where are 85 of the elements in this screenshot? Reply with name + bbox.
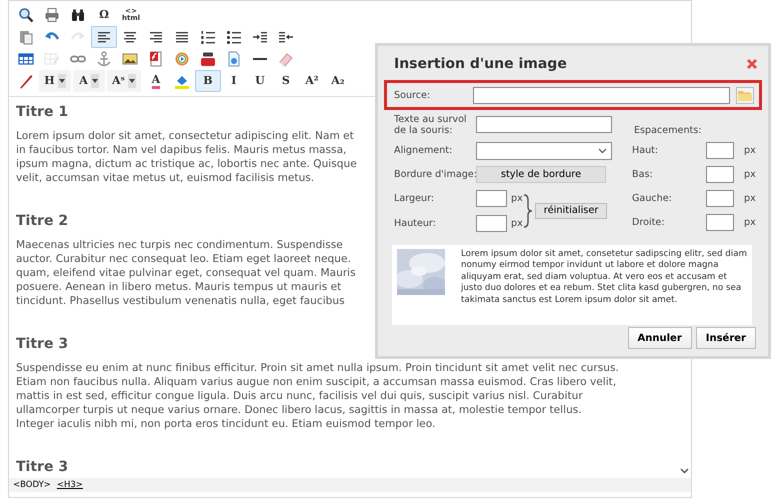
field-label: Texte au survol de la souris: <box>394 114 468 136</box>
fill-color-icon <box>174 73 190 89</box>
font-color-button[interactable]: A <box>142 70 169 92</box>
input-field[interactable] <box>476 190 507 206</box>
flash-icon <box>148 51 164 67</box>
unit-label: px <box>743 217 757 228</box>
format-button[interactable]: B <box>194 70 221 92</box>
align-left-button[interactable] <box>91 26 117 48</box>
unit-label: px <box>743 145 757 156</box>
dialog-title: Insertion d'une image <box>394 56 567 72</box>
field-label: Bas: <box>632 169 654 180</box>
paragraph: Lorem ipsum dolor sit amet, consectetur adipiscing elit. Nam et in faucibus tortor. Nam vel dapibus felis. Mauris metus massa, ipsum magna, dictum ac tristique ac, lobortis nec ante. Quisque velit, accumsan vitae metus ut, euismod facilisis metus. <box>16 129 357 185</box>
media-icon <box>174 51 190 67</box>
input-field[interactable] <box>706 190 734 207</box>
field-label: Hauteur: <box>394 218 437 228</box>
input-field[interactable] <box>706 142 734 159</box>
printer-icon <box>44 7 60 23</box>
format-button[interactable]: Ω <box>91 4 117 26</box>
horizontal-line-icon <box>252 58 268 60</box>
field-label: Haut: <box>632 145 660 156</box>
insert-button[interactable]: Insérer <box>696 327 756 349</box>
field-label: Gauche: <box>632 193 673 204</box>
input-field[interactable] <box>476 116 612 133</box>
heading: Titre 3 <box>16 336 68 352</box>
paragraph: Maecenas ultricies nec turpis nec condimentum. Suspendisse auctor. Curabitur nec consequat leo. Etiam eget laoreet neque. quam, eleifend vitae pulvinar eget, consequat vel quam. Mauris posuere. Aenean in libero metus. Mauris tempus ut mauris et tincidunt. Phasellus vestibulum venenatis nulla, eget faucibus <box>16 238 356 308</box>
caret-icon <box>92 79 98 83</box>
close-icon[interactable] <box>746 58 758 70</box>
element-path-link[interactable]: <H3> <box>56 480 83 490</box>
chevron-down-icon[interactable] <box>680 468 689 474</box>
outdent-icon <box>278 29 294 45</box>
heading: Titre 1 <box>16 104 68 120</box>
input-field[interactable] <box>706 214 734 231</box>
align-left-icon <box>96 29 112 45</box>
document-icon <box>226 51 242 67</box>
reset-button[interactable]: réinitialiser <box>534 202 608 218</box>
dropdown-button[interactable]: Aˢ <box>107 70 141 92</box>
dropdown-button[interactable]: A <box>73 70 105 92</box>
format-button[interactable]: U <box>246 70 273 92</box>
element-path-link[interactable]: <BODY> <box>13 480 51 490</box>
paragraph: Suspendisse eu enim at nunc finibus efficitur. Proin sit amet nulla ipsum. Proin tincidunt sit amet velit nec cursus. Etiam non faucibus nulla. Aliquam varius augue non enim suscipit, a accumsan massa euismod. Cras libero velit, mattis in est sed, efficitur congue ligula. Duis arcu nunc, facilisis vel dui quis, suscipit varius nisl. Curabitur ullamcorper turpis ut neque varius ornare. Donec libero lacus, sagittis in massa at, molestie tempor tellus. Integer iaculis nibh mi, non porta eros tincidunt eu. Etiam euismod tempor leo. <box>16 361 619 431</box>
anchor-icon <box>96 51 112 67</box>
table-edit-icon <box>44 51 60 67</box>
source-field[interactable] <box>473 86 730 104</box>
eraser-icon <box>278 51 294 67</box>
image-icon <box>122 51 138 67</box>
alignment-select[interactable] <box>476 142 612 160</box>
border-style-button[interactable]: style de bordure <box>476 166 606 182</box>
field-label: Bordure d'image: <box>394 168 476 180</box>
format-button[interactable]: S <box>272 70 299 92</box>
field-label: Droite: <box>632 217 666 228</box>
unit-label: px <box>743 193 757 204</box>
align-center-icon <box>122 29 138 45</box>
justify-icon <box>174 29 190 45</box>
unit-label: px <box>511 218 523 228</box>
bullet-list-icon <box>226 29 242 45</box>
caret-icon <box>58 79 65 83</box>
indent-icon <box>252 29 268 45</box>
pencil-icon <box>18 73 34 89</box>
format-button[interactable]: A² <box>298 70 325 92</box>
chevron-down-icon <box>598 148 607 154</box>
field-label: Alignement: <box>394 145 454 156</box>
format-button[interactable]: A₂ <box>324 70 351 92</box>
numbered-list-icon <box>200 29 216 45</box>
dropdown-button[interactable]: H <box>39 70 71 92</box>
input-field[interactable] <box>706 166 734 183</box>
field-label: Largeur: <box>394 192 436 204</box>
video-icon <box>200 51 216 67</box>
preview-text: Lorem ipsum dolor sit amet, consetetur sadipscing elitr, sed diam nonumy eirmod tempor invidunt ut labore et dolore magna aliquyam erat, sed diam voluptua. At vero eos et accusam et justo duo dolores et ea rebum. Stet clita kasd gubergren, no sea takimata sanctus est Lorem ipsum dolor sit amet. <box>461 249 747 306</box>
brace-icon <box>522 192 533 228</box>
heading: Titre 2 <box>16 213 68 229</box>
unit-label: px <box>743 169 757 180</box>
format-button[interactable]: I <box>220 70 247 92</box>
field-label: Espacements: <box>633 124 700 136</box>
caret-icon <box>128 79 135 83</box>
folder-icon <box>738 90 752 100</box>
binoculars-icon <box>70 7 86 23</box>
search-icon <box>18 7 34 23</box>
field-label: Source: <box>394 90 432 100</box>
input-field[interactable] <box>476 214 507 232</box>
align-right-icon <box>148 29 164 45</box>
unit-label: px <box>511 192 523 204</box>
heading: Titre 3 <box>16 459 68 475</box>
cancel-button[interactable]: Annuler <box>628 327 692 349</box>
paste-icon <box>18 29 34 45</box>
table-icon <box>18 51 34 67</box>
